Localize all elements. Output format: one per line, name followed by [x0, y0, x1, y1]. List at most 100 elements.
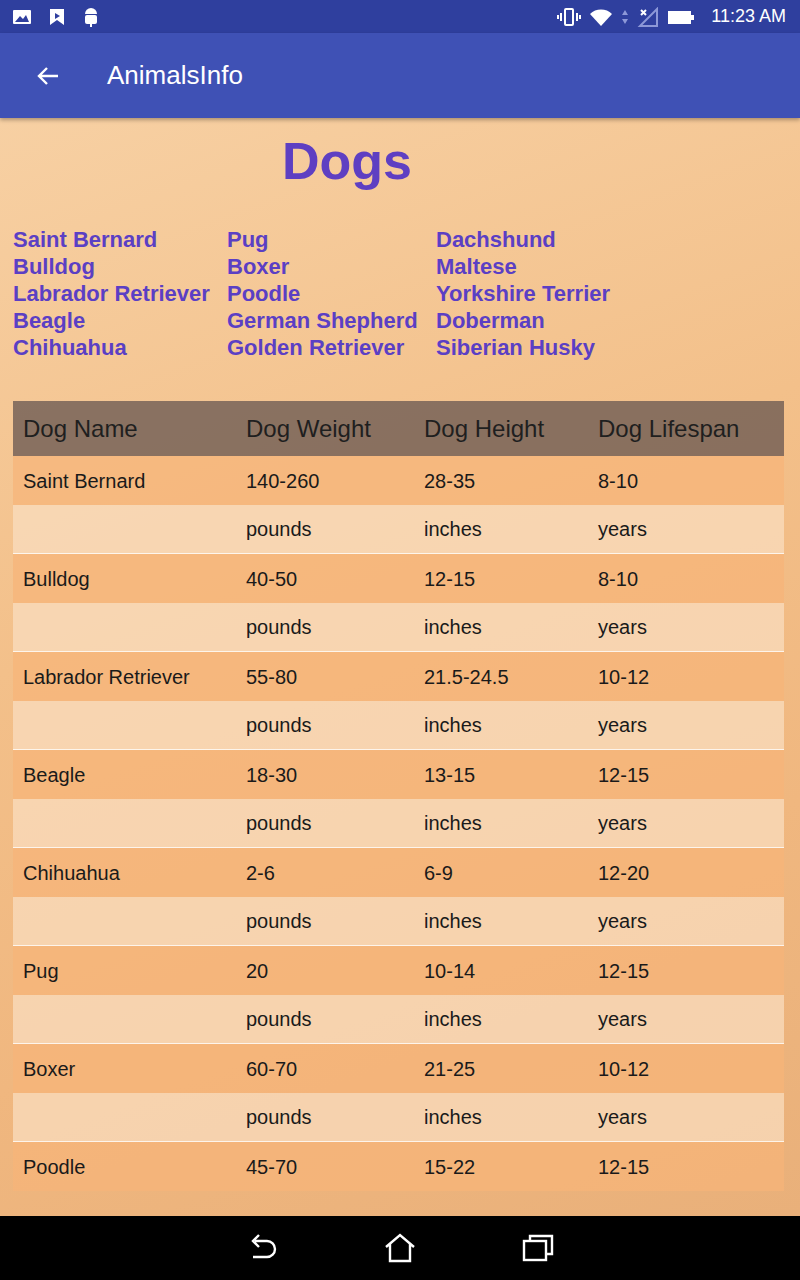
- unit-cell: pounds: [236, 808, 414, 838]
- unit-cell: pounds: [236, 1004, 414, 1034]
- unit-cell: pounds: [236, 514, 414, 544]
- unit-cell: inches: [414, 808, 588, 838]
- table-cell: Beagle: [13, 760, 236, 790]
- table-row: Boxer60-7021-2510-12: [13, 1044, 784, 1093]
- table-row: Labrador Retriever55-8021.5-24.510-12: [13, 652, 784, 701]
- wifi-icon: [589, 7, 613, 27]
- vibrate-icon: [557, 7, 581, 27]
- table-cell: Poodle: [13, 1152, 236, 1182]
- unit-cell: inches: [414, 1102, 588, 1132]
- table-cell: Chihuahua: [13, 858, 236, 888]
- unit-cell: pounds: [236, 710, 414, 740]
- column-header: Dog Height: [414, 411, 588, 447]
- breed-link[interactable]: Chihuahua: [13, 334, 227, 361]
- store-icon: [48, 7, 66, 27]
- dog-table: Dog NameDog WeightDog HeightDog Lifespan…: [13, 401, 784, 1191]
- content-area: Dogs Saint BernardBulldogLabrador Retrie…: [0, 118, 800, 1216]
- table-cell: 10-12: [588, 662, 784, 692]
- breed-link[interactable]: Siberian Husky: [436, 334, 610, 361]
- table-cell: 12-15: [588, 1152, 784, 1182]
- column-header: Dog Weight: [236, 411, 414, 447]
- breed-link[interactable]: Maltese: [436, 253, 610, 280]
- status-time: 11:23 AM: [711, 3, 786, 30]
- table-cell: 55-80: [236, 662, 414, 692]
- unit-row: poundsinchesyears: [13, 505, 784, 554]
- breed-link[interactable]: Saint Bernard: [13, 226, 227, 253]
- table-cell: 12-15: [414, 564, 588, 594]
- breed-link[interactable]: Pug: [227, 226, 436, 253]
- android-icon: [82, 7, 100, 27]
- recents-nav-button[interactable]: [493, 1233, 583, 1263]
- unit-cell: years: [588, 612, 784, 642]
- table-cell: 10-12: [588, 1054, 784, 1084]
- unit-cell: inches: [414, 1004, 588, 1034]
- unit-cell: years: [588, 1004, 784, 1034]
- table-header: Dog NameDog WeightDog HeightDog Lifespan: [13, 401, 784, 456]
- unit-row: poundsinchesyears: [13, 1093, 784, 1142]
- breed-link[interactable]: Doberman: [436, 307, 610, 334]
- table-row: Saint Bernard140-26028-358-10: [13, 456, 784, 505]
- breed-link[interactable]: Yorkshire Terrier: [436, 280, 610, 307]
- table-row: Beagle18-3013-1512-15: [13, 750, 784, 799]
- breed-link[interactable]: Bulldog: [13, 253, 227, 280]
- back-nav-icon[interactable]: [245, 1233, 279, 1263]
- breed-link[interactable]: Beagle: [13, 307, 227, 334]
- breed-links: Saint BernardBulldogLabrador RetrieverBe…: [0, 192, 800, 361]
- table-cell: 21-25: [414, 1054, 588, 1084]
- link-column: Saint BernardBulldogLabrador RetrieverBe…: [13, 226, 227, 361]
- unit-cell: inches: [414, 906, 588, 936]
- table-cell: 12-20: [588, 858, 784, 888]
- recents-nav-icon[interactable]: [521, 1233, 555, 1263]
- table-cell: 10-14: [414, 956, 588, 986]
- unit-cell: years: [588, 514, 784, 544]
- link-column: DachshundMalteseYorkshire TerrierDoberma…: [436, 226, 610, 361]
- breed-link[interactable]: Poodle: [227, 280, 436, 307]
- home-nav-button[interactable]: [355, 1232, 445, 1264]
- table-cell: 40-50: [236, 564, 414, 594]
- table-cell: 20: [236, 956, 414, 986]
- breed-link[interactable]: Labrador Retriever: [13, 280, 227, 307]
- unit-row: poundsinchesyears: [13, 799, 784, 848]
- signal-icon: [637, 7, 659, 27]
- table-cell: Boxer: [13, 1054, 236, 1084]
- unit-cell: inches: [414, 514, 588, 544]
- back-nav-button[interactable]: [217, 1233, 307, 1263]
- table-cell: 12-15: [588, 956, 784, 986]
- link-column: PugBoxerPoodleGerman ShepherdGolden Retr…: [227, 226, 436, 361]
- unit-row: poundsinchesyears: [13, 995, 784, 1044]
- column-header: Dog Name: [13, 411, 236, 447]
- table-cell: Labrador Retriever: [13, 662, 236, 692]
- app-bar: AnimalsInfo: [0, 33, 800, 118]
- table-cell: 45-70: [236, 1152, 414, 1182]
- unit-cell: inches: [414, 710, 588, 740]
- table-row: Bulldog40-5012-158-10: [13, 554, 784, 603]
- breed-link[interactable]: Dachshund: [436, 226, 610, 253]
- table-cell: 2-6: [236, 858, 414, 888]
- page-heading: Dogs: [0, 118, 800, 192]
- back-button[interactable]: [0, 64, 72, 88]
- unit-cell: pounds: [236, 612, 414, 642]
- breed-link[interactable]: Golden Retriever: [227, 334, 436, 361]
- breed-link[interactable]: Boxer: [227, 253, 436, 280]
- app-title: AnimalsInfo: [107, 56, 243, 95]
- unit-cell: inches: [414, 612, 588, 642]
- home-nav-icon[interactable]: [383, 1232, 417, 1264]
- status-bar: 11:23 AM: [0, 0, 800, 33]
- table-cell: 12-15: [588, 760, 784, 790]
- unit-cell: years: [588, 808, 784, 838]
- unit-row: poundsinchesyears: [13, 897, 784, 946]
- table-row: Poodle45-7015-2212-15: [13, 1142, 784, 1191]
- table-cell: 21.5-24.5: [414, 662, 588, 692]
- table-cell: 15-22: [414, 1152, 588, 1182]
- back-arrow-icon[interactable]: [36, 64, 60, 88]
- breed-link[interactable]: German Shepherd: [227, 307, 436, 334]
- unit-row: poundsinchesyears: [13, 603, 784, 652]
- gallery-icon: [12, 8, 32, 26]
- unit-cell: years: [588, 1102, 784, 1132]
- table-cell: 8-10: [588, 564, 784, 594]
- table-cell: 8-10: [588, 466, 784, 496]
- battery-icon: [667, 7, 695, 27]
- table-cell: 18-30: [236, 760, 414, 790]
- table-cell: 13-15: [414, 760, 588, 790]
- table-cell: 140-260: [236, 466, 414, 496]
